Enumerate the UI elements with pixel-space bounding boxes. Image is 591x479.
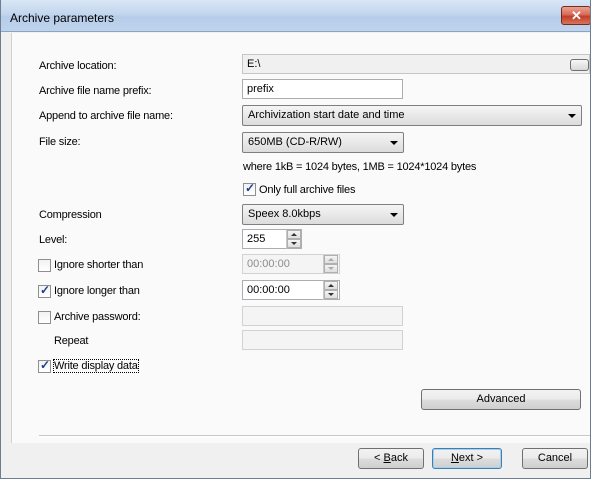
advanced-button[interactable]: Advanced [421, 389, 581, 410]
arrow-up-icon [291, 233, 297, 236]
spin-up-button[interactable] [324, 281, 338, 290]
back-button[interactable]: < Back [358, 448, 424, 469]
archive-location-label: Archive location: [39, 60, 117, 72]
settings-panel: Archive location: E:\ Archive file name … [11, 33, 590, 443]
only-full-checkbox[interactable]: ✓ [243, 181, 256, 196]
archive-parameters-dialog: Archive parameters ✕ Archive location: E… [0, 0, 591, 479]
chevron-down-icon [390, 141, 398, 145]
archive-password-checkbox[interactable] [38, 311, 51, 324]
checkmark-icon: ✓ [40, 358, 51, 372]
archive-location-field: E:\ [242, 54, 590, 74]
arrow-down-icon [328, 293, 334, 296]
append-label: Append to archive file name: [39, 110, 173, 122]
file-size-label: File size: [39, 136, 81, 148]
next-button[interactable]: Next > [432, 448, 502, 469]
ignore-longer-label: Ignore longer than [54, 285, 140, 297]
ignore-longer-checkbox[interactable]: ✓ [38, 283, 51, 298]
next-label-suffix: ext > [458, 452, 484, 464]
title-bar[interactable]: Archive parameters ✕ [1, 0, 590, 32]
arrow-up-icon [328, 284, 334, 287]
spin-down-button[interactable] [324, 264, 338, 273]
file-size-note: where 1kB = 1024 bytes, 1MB = 1024*1024 … [243, 161, 477, 173]
prefix-value: prefix [247, 83, 274, 95]
compression-label: Compression [39, 209, 102, 221]
back-label-mnemonic: B [383, 452, 391, 464]
ignore-shorter-checkbox[interactable] [38, 259, 51, 272]
level-value: 255 [247, 233, 266, 245]
only-full-label: Only full archive files [259, 184, 356, 196]
archive-password-input[interactable] [242, 306, 403, 326]
spin-up-button[interactable] [324, 255, 338, 264]
arrow-down-icon [291, 242, 297, 245]
level-spin-buttons[interactable] [286, 230, 301, 249]
back-label-suffix: ack [390, 452, 408, 464]
ignore-longer-value: 00:00:00 [247, 284, 290, 296]
repeat-label: Repeat [54, 335, 89, 347]
close-icon: ✕ [571, 8, 582, 23]
level-label: Level: [39, 234, 68, 246]
checkmark-icon: ✓ [245, 181, 256, 195]
window-title: Archive parameters [10, 11, 115, 25]
spin-down-button[interactable] [287, 239, 301, 248]
file-size-dropdown[interactable]: 650MB (CD-R/RW) [242, 132, 404, 153]
append-value: Archivization start date and time [248, 109, 405, 121]
chevron-down-icon [390, 213, 398, 217]
ignore-shorter-value: 00:00:00 [247, 258, 290, 270]
archive-password-label: Archive password: [54, 311, 141, 323]
archive-location-value: E:\ [247, 58, 261, 70]
compression-value: Speex 8.0kbps [248, 208, 321, 220]
cancel-label: Cancel [537, 452, 573, 464]
next-label-mnemonic: N [450, 452, 459, 464]
browse-location-button[interactable] [570, 59, 589, 71]
spin-up-button[interactable] [287, 230, 301, 239]
prefix-input[interactable]: prefix [242, 79, 403, 99]
prefix-label: Archive file name prefix: [39, 85, 152, 97]
repeat-password-input[interactable] [242, 330, 403, 350]
write-display-label: Write display data [53, 359, 139, 373]
cancel-button[interactable]: Cancel [522, 448, 588, 469]
arrow-up-icon [328, 258, 334, 261]
back-label-prefix: < [374, 452, 384, 464]
ignore-shorter-label: Ignore shorter than [54, 259, 144, 271]
checkmark-icon: ✓ [40, 283, 51, 297]
spin-down-button[interactable] [324, 290, 338, 299]
dialog-client-area: Archive location: E:\ Archive file name … [1, 33, 590, 478]
ignore-shorter-spin[interactable] [323, 255, 338, 274]
arrow-down-icon [328, 267, 334, 270]
append-dropdown[interactable]: Archivization start date and time [242, 105, 582, 126]
close-button[interactable]: ✕ [561, 6, 590, 25]
chevron-down-icon [568, 114, 576, 118]
footer-separator [39, 435, 590, 437]
ignore-longer-spin[interactable] [323, 281, 338, 300]
advanced-label: Advanced [476, 393, 526, 405]
write-display-checkbox[interactable]: ✓ [38, 358, 51, 373]
compression-dropdown[interactable]: Speex 8.0kbps [242, 204, 404, 225]
file-size-value: 650MB (CD-R/RW) [248, 136, 342, 148]
